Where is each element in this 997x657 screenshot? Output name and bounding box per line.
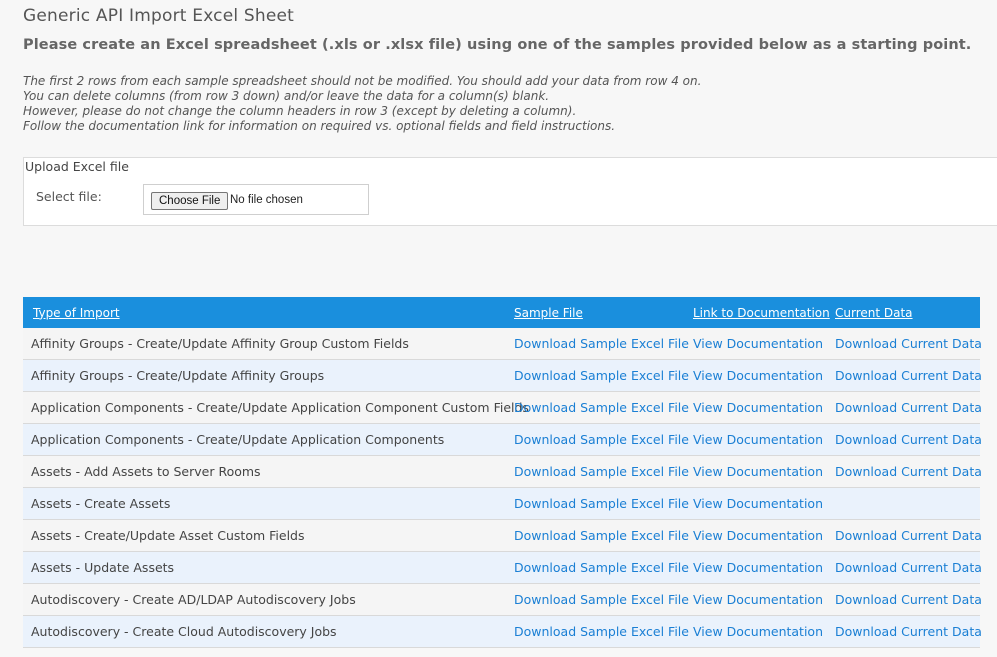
sample-cell: Download Sample Excel File: [514, 519, 693, 552]
upload-legend: Upload Excel file: [25, 159, 129, 174]
sample-cell: Download Sample Excel File: [514, 551, 693, 584]
download-current-data-link[interactable]: Download Current Data: [835, 464, 982, 479]
current-cell: Download Current Data: [835, 583, 982, 616]
table-row: Autodiscovery - Create Cloud Autodiscove…: [23, 615, 982, 648]
download-sample-link[interactable]: Download Sample Excel File: [514, 432, 689, 447]
docs-cell: View Documentation: [693, 391, 835, 424]
import-type-cell: Affinity Groups - Create/Update Affinity…: [23, 328, 514, 360]
sample-cell: Download Sample Excel File: [514, 328, 693, 360]
sample-cell: Download Sample Excel File: [514, 423, 693, 456]
table-row: Assets - Create Assets Download Sample Ex…: [23, 487, 980, 520]
no-file-chosen-text: No file chosen: [230, 194, 303, 206]
download-current-data-link[interactable]: Download Current Data: [835, 368, 982, 383]
import-type-cell: Autodiscovery - Create Cloud Autodiscove…: [23, 615, 514, 648]
import-table: Type of Import Sample File Link to Docum…: [23, 297, 982, 648]
docs-cell: View Documentation: [693, 487, 835, 520]
current-cell: Download Current Data: [835, 455, 982, 488]
page-title: Generic API Import Excel Sheet: [23, 6, 295, 26]
download-sample-link[interactable]: Download Sample Excel File: [514, 592, 689, 607]
download-sample-link[interactable]: Download Sample Excel File: [514, 560, 689, 575]
download-current-data-link[interactable]: Download Current Data: [835, 528, 982, 543]
docs-cell: View Documentation: [693, 455, 835, 488]
import-type-cell: Assets - Add Assets to Server Rooms: [23, 455, 514, 488]
header-type-of-import[interactable]: Type of Import: [23, 297, 514, 328]
current-cell: Download Current Data: [835, 359, 982, 392]
download-current-data-link[interactable]: Download Current Data: [835, 432, 982, 447]
select-file-label: Select file:: [36, 189, 102, 204]
download-sample-link[interactable]: Download Sample Excel File: [514, 528, 689, 543]
docs-cell: View Documentation: [693, 615, 835, 648]
current-cell: Download Current Data: [835, 423, 982, 456]
import-type-cell: Assets - Create Assets: [23, 487, 514, 520]
sample-cell: Download Sample Excel File: [514, 391, 693, 424]
current-cell: [835, 487, 980, 520]
download-sample-link[interactable]: Download Sample Excel File: [514, 464, 689, 479]
docs-cell: View Documentation: [693, 583, 835, 616]
import-type-cell: Autodiscovery - Create AD/LDAP Autodisco…: [23, 583, 514, 616]
table-row: Affinity Groups - Create/Update Affinity…: [23, 359, 982, 392]
view-documentation-link[interactable]: View Documentation: [693, 592, 823, 607]
current-cell: Download Current Data: [835, 519, 982, 552]
choose-file-button[interactable]: Choose File: [151, 192, 229, 210]
table-row: Autodiscovery - Create AD/LDAP Autodisco…: [23, 583, 982, 616]
table-row: Affinity Groups - Create/Update Affinity…: [23, 328, 982, 360]
docs-cell: View Documentation: [693, 423, 835, 456]
view-documentation-link[interactable]: View Documentation: [693, 336, 823, 351]
view-documentation-link[interactable]: View Documentation: [693, 400, 823, 415]
table-row: Assets - Create/Update Asset Custom Fiel…: [23, 519, 982, 552]
download-current-data-link[interactable]: Download Current Data: [835, 624, 982, 639]
upload-panel: Upload Excel file Select file: Choose Fi…: [23, 157, 997, 226]
current-cell: Download Current Data: [835, 391, 982, 424]
import-type-cell: Application Components - Create/Update A…: [23, 391, 529, 424]
download-current-data-link[interactable]: Download Current Data: [835, 400, 982, 415]
docs-cell: View Documentation: [693, 328, 835, 360]
sample-cell: Download Sample Excel File: [514, 455, 693, 488]
instruction-line: You can delete columns (from row 3 down)…: [23, 89, 550, 103]
download-sample-link[interactable]: Download Sample Excel File: [514, 336, 689, 351]
docs-cell: View Documentation: [693, 551, 835, 584]
import-type-cell: Application Components - Create/Update A…: [23, 423, 514, 456]
download-sample-link[interactable]: Download Sample Excel File: [514, 368, 689, 383]
view-documentation-link[interactable]: View Documentation: [693, 560, 823, 575]
header-link-to-documentation[interactable]: Link to Documentation: [693, 297, 835, 328]
sample-cell: Download Sample Excel File: [514, 583, 693, 616]
current-cell: Download Current Data: [835, 551, 982, 584]
page-subtitle: Please create an Excel spreadsheet (.xls…: [23, 37, 972, 53]
sample-cell: Download Sample Excel File: [514, 359, 693, 392]
instructions: The first 2 rows from each sample spread…: [23, 74, 701, 134]
sample-cell: Download Sample Excel File: [514, 615, 693, 648]
table-row: Assets - Add Assets to Server Rooms Downl…: [23, 455, 982, 488]
import-type-cell: Assets - Update Assets: [23, 551, 514, 584]
download-sample-link[interactable]: Download Sample Excel File: [514, 400, 689, 415]
instruction-line: Follow the documentation link for inform…: [23, 119, 616, 133]
download-sample-link[interactable]: Download Sample Excel File: [514, 496, 689, 511]
docs-cell: View Documentation: [693, 519, 835, 552]
view-documentation-link[interactable]: View Documentation: [693, 464, 823, 479]
file-input[interactable]: Choose File No file chosen: [143, 184, 369, 215]
view-documentation-link[interactable]: View Documentation: [693, 368, 823, 383]
download-sample-link[interactable]: Download Sample Excel File: [514, 624, 689, 639]
import-type-cell: Assets - Create/Update Asset Custom Fiel…: [23, 519, 514, 552]
view-documentation-link[interactable]: View Documentation: [693, 496, 823, 511]
sample-cell: Download Sample Excel File: [514, 487, 693, 520]
docs-cell: View Documentation: [693, 359, 835, 392]
download-current-data-link[interactable]: Download Current Data: [835, 336, 982, 351]
current-cell: Download Current Data: [835, 615, 982, 648]
import-type-cell: Affinity Groups - Create/Update Affinity…: [23, 359, 514, 392]
table-row: Application Components - Create/Update A…: [23, 391, 982, 424]
download-current-data-link[interactable]: Download Current Data: [835, 560, 982, 575]
view-documentation-link[interactable]: View Documentation: [693, 624, 823, 639]
table-row: Assets - Update Assets Download Sample Ex…: [23, 551, 982, 584]
table-row: Application Components - Create/Update A…: [23, 423, 982, 456]
instruction-line: The first 2 rows from each sample spread…: [23, 74, 702, 88]
instruction-line: However, please do not change the column…: [23, 104, 577, 118]
header-sample-file[interactable]: Sample File: [514, 297, 693, 328]
current-cell: Download Current Data: [835, 328, 982, 360]
table-header-row: Type of Import Sample File Link to Docum…: [23, 297, 980, 328]
download-current-data-link[interactable]: Download Current Data: [835, 592, 982, 607]
header-current-data[interactable]: Current Data: [835, 297, 980, 328]
view-documentation-link[interactable]: View Documentation: [693, 432, 823, 447]
view-documentation-link[interactable]: View Documentation: [693, 528, 823, 543]
